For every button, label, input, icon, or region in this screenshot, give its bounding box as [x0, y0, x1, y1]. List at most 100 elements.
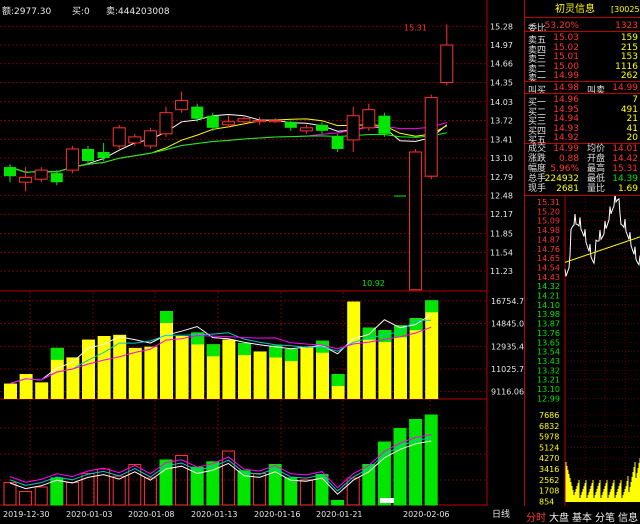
- order-volume: 215: [620, 42, 638, 53]
- tab-info[interactable]: 信息: [618, 509, 638, 524]
- indicator-bar: [253, 473, 267, 506]
- candle-body: [237, 118, 251, 123]
- stat-label: 现手: [528, 184, 547, 194]
- price-tick: 15.28: [490, 22, 513, 31]
- candle: [440, 24, 454, 86]
- order-volume: 20: [626, 133, 638, 144]
- date-tick: 2019-12-30: [3, 510, 50, 519]
- indicator-bar-rect: [34, 486, 48, 506]
- price-tick: 14.35: [490, 78, 513, 87]
- order-volume: 1116: [615, 61, 638, 72]
- volume-bar-fill: [19, 374, 33, 399]
- indicator-bar-rect: [393, 428, 407, 506]
- volume-bars: [4, 300, 439, 399]
- volume-bar: [4, 383, 17, 399]
- tab-ticks[interactable]: 分笔: [595, 509, 615, 524]
- candle: [253, 116, 267, 125]
- indicator-bar: [159, 459, 173, 506]
- intraday-price-tick: 14.10: [537, 301, 560, 310]
- order-volume: 153: [620, 52, 638, 63]
- candle-body: [284, 121, 297, 128]
- candle-body: [316, 124, 328, 131]
- candle: [268, 118, 282, 123]
- order-volume: 262: [620, 71, 638, 82]
- indicator-bar: [409, 419, 423, 506]
- stat-value: 1.69: [617, 184, 638, 194]
- volume-bar-cap: [160, 311, 173, 324]
- order-price: 14.94: [553, 114, 579, 125]
- stat-value: 14.01: [612, 144, 638, 154]
- stat-value: 14.39: [612, 174, 638, 184]
- candle-body: [299, 127, 313, 132]
- jiaomai2-label: 叫卖: [587, 86, 606, 96]
- tab-basic[interactable]: 基本: [572, 509, 592, 524]
- price-tick: 11.54: [490, 248, 513, 257]
- stat-label: 幅度: [528, 164, 547, 174]
- order-price: 14.99: [553, 71, 579, 82]
- indicator-bar-rect: [409, 419, 423, 506]
- date-tick: 2020-01-16: [254, 510, 301, 519]
- kline-chart[interactable]: 15.31 10.92 15.28 14.97 14.66 14.35 14.03 13.72…: [0, 0, 524, 521]
- indicator-bar-rect: [424, 414, 438, 506]
- candle: [394, 195, 406, 197]
- volume-bar: [50, 347, 64, 399]
- date-tick: 2020-01-03: [66, 510, 113, 519]
- intraday-price-tick: 13.21: [537, 376, 560, 385]
- volume-bar: [113, 334, 127, 399]
- order-price: 14.96: [553, 95, 579, 105]
- intraday-price-tick: 14.21: [537, 292, 560, 301]
- intraday-volume-tick: 5124: [539, 443, 559, 452]
- volume-tick: 9116.06: [491, 388, 524, 397]
- volume-bar-fill: [160, 311, 173, 399]
- indicator-bar-rect: [112, 475, 126, 506]
- candle-body: [34, 169, 48, 180]
- candle: [424, 94, 438, 180]
- tab-market[interactable]: 大盘: [549, 509, 569, 524]
- volume-bar-cap: [284, 349, 298, 362]
- intraday-price-tick: 12.99: [537, 394, 560, 403]
- intraday-volume-tick: 6832: [539, 422, 559, 431]
- volume-bar: [284, 349, 298, 399]
- candle: [409, 148, 423, 291]
- stat-value: 224932: [544, 174, 579, 184]
- stock-code: [300250]: [611, 5, 640, 14]
- intraday-chart[interactable]: 15.3115.2015.0914.9814.8714.7614.6514.54…: [525, 196, 640, 506]
- volume-bar: [331, 374, 345, 399]
- volume-bar-fill: [175, 335, 189, 399]
- order-price: 15.01: [553, 52, 579, 63]
- candle-body: [378, 115, 391, 134]
- candle-series: [4, 24, 454, 291]
- stat-label: 总手: [528, 174, 547, 184]
- intraday-volume-tick: 854: [539, 497, 554, 506]
- indicator-bar-rect: [299, 479, 313, 506]
- indicator-bar: [299, 479, 313, 506]
- volume-bar-fill: [347, 301, 361, 399]
- volume-bar: [425, 300, 439, 399]
- candle-body: [362, 109, 376, 129]
- candle: [378, 112, 391, 137]
- intraday-price-tick: 14.43: [537, 273, 560, 282]
- volume-bar-fill: [144, 346, 158, 399]
- candle-body: [206, 115, 219, 128]
- indicator-bar: [284, 477, 298, 506]
- indicator-bar-rect: [284, 477, 298, 506]
- candle-body: [253, 120, 267, 123]
- volume-bar: [222, 339, 236, 399]
- panel-tabs: 分时 大盘 基本 分笔 信息: [524, 506, 640, 524]
- candle: [346, 106, 360, 152]
- tab-timeshare[interactable]: 分时: [526, 509, 546, 524]
- candle-body: [409, 151, 423, 291]
- stat-value: 14.42: [612, 154, 638, 164]
- date-tick: 2020-01-21: [316, 510, 363, 519]
- indicator-bar-rect: [346, 477, 360, 506]
- intraday-price-tick: 14.65: [537, 254, 560, 263]
- indicator-bar: [393, 428, 407, 506]
- price-tick: 13.72: [490, 117, 513, 126]
- price-tick: 11.23: [490, 267, 513, 276]
- period-label: 日线: [492, 508, 510, 520]
- candle-body: [394, 195, 406, 197]
- candle-body: [50, 173, 63, 183]
- quote-panel: 初灵信息 [300250] 委比 53.20% 1323 卖五15.03159卖…: [524, 0, 640, 521]
- intraday-volume-tick: 2562: [539, 476, 559, 485]
- date-tick: 2020-02-06: [403, 510, 450, 519]
